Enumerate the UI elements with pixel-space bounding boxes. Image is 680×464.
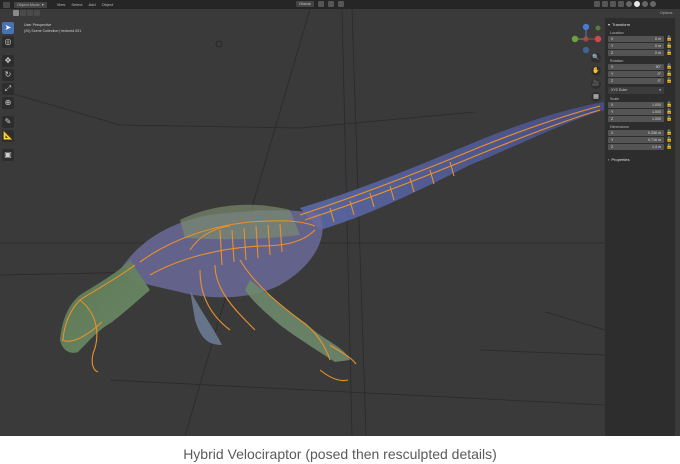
rotation-z-field[interactable]: Z 0° 🔓 xyxy=(608,78,672,84)
lock-icon[interactable]: 🔓 xyxy=(666,78,672,84)
mode-label: Object Mode xyxy=(17,1,40,7)
proportional-edit-icon[interactable] xyxy=(337,1,344,7)
tool-shelf: ➤ ◎ ✥ ↻ ⤢ ⊕ ✎ 📐 ▣ xyxy=(2,22,14,161)
cursor-tool[interactable]: ◎ xyxy=(2,36,14,48)
dimensions-x-field[interactable]: X 0.336 m 🔓 xyxy=(608,130,672,136)
lock-icon[interactable]: 🔓 xyxy=(666,36,672,42)
navigation-gizmo[interactable] xyxy=(571,23,602,54)
lock-icon[interactable]: 🔓 xyxy=(666,71,672,77)
lock-icon[interactable]: 🔓 xyxy=(666,64,672,70)
overlay-toggle-icon[interactable] xyxy=(610,1,616,7)
lock-icon[interactable]: 🔓 xyxy=(666,102,672,108)
transform-panel-header[interactable]: ▾ Transform xyxy=(608,21,672,28)
lock-icon[interactable]: 🔓 xyxy=(666,144,672,150)
dimensions-z-field[interactable]: Z 1.4 m 🔓 xyxy=(608,144,672,150)
snap-icon[interactable] xyxy=(327,1,334,7)
viewport-nav-buttons: 🔍 ✋ 🎥 ▦ xyxy=(591,53,601,102)
viewport-header: Object Mode ▾ View Select Add Object Glo… xyxy=(0,0,680,9)
transform-icon: ⊕ xyxy=(4,98,12,107)
scale-y-field[interactable]: Y 1.000 🔓 xyxy=(608,109,672,115)
viewport-info: User Perspective (20) Scene Collection |… xyxy=(24,23,81,34)
rotate-tool[interactable]: ↻ xyxy=(2,69,14,81)
select-tool[interactable]: ➤ xyxy=(2,22,14,34)
velociraptor-model[interactable] xyxy=(60,102,604,382)
select-new-icon[interactable] xyxy=(13,10,19,16)
viewport-scene[interactable] xyxy=(0,0,680,436)
location-label: Location xyxy=(610,31,624,35)
select-subtract-icon[interactable] xyxy=(27,10,33,16)
add-cube-tool[interactable]: ▣ xyxy=(2,149,14,161)
rotation-x-field[interactable]: X 90° 🔓 xyxy=(608,64,672,70)
visibility-icon[interactable] xyxy=(594,1,600,7)
location-x-field[interactable]: X0 m 🔓 xyxy=(608,36,672,42)
lock-icon[interactable]: 🔓 xyxy=(666,109,672,115)
editor-type-icon[interactable] xyxy=(3,1,10,8)
transform-orientation-dropdown[interactable]: Global xyxy=(296,1,314,7)
pan-hand-icon[interactable]: ✋ xyxy=(591,66,601,76)
annotate-icon: ✎ xyxy=(4,117,12,126)
image-caption: Hybrid Velociraptor (posed then resculpt… xyxy=(183,446,497,462)
move-tool[interactable]: ✥ xyxy=(2,55,14,67)
properties-title: Properties xyxy=(611,157,630,162)
blender-window: Object Mode ▾ View Select Add Object Glo… xyxy=(0,0,680,436)
location-z-field[interactable]: Z0 m 🔓 xyxy=(608,50,672,56)
lock-icon[interactable]: 🔓 xyxy=(666,50,672,56)
sidebar-panel: ▾ Transform Location X0 m 🔓 Y0 m 🔓 Z0 m 🔓 R… xyxy=(605,18,675,436)
select-icon: ➤ xyxy=(4,23,12,32)
dimensions-label: Dimensions xyxy=(610,125,629,129)
rotation-y-field[interactable]: Y 0° 🔓 xyxy=(608,71,672,77)
annotate-tool[interactable]: ✎ xyxy=(2,116,14,128)
zoom-icon[interactable]: 🔍 xyxy=(591,53,601,63)
xray-icon[interactable] xyxy=(618,1,624,7)
grid-toggle-icon[interactable]: ▦ xyxy=(591,92,601,102)
mode-dropdown[interactable]: Object Mode ▾ xyxy=(14,1,47,8)
measure-tool[interactable]: 📐 xyxy=(2,130,14,142)
orientation-label: Global xyxy=(299,1,311,6)
menu-view[interactable]: View xyxy=(57,2,66,7)
menu-object[interactable]: Object xyxy=(102,2,114,7)
rendered-shading-icon[interactable] xyxy=(650,1,656,7)
lock-icon[interactable]: 🔓 xyxy=(666,130,672,136)
location-y-field[interactable]: Y0 m 🔓 xyxy=(608,43,672,49)
dimensions-y-field[interactable]: Y 0.716 m 🔓 xyxy=(608,137,672,143)
scale-label: Scale xyxy=(610,97,619,101)
lock-icon[interactable]: 🔓 xyxy=(666,116,672,122)
material-shading-icon[interactable] xyxy=(642,1,648,7)
chevron-down-icon: ▾ xyxy=(608,22,611,27)
scale-z-field[interactable]: Z 1.000 🔓 xyxy=(608,116,672,122)
camera-icon[interactable]: 🎥 xyxy=(591,79,601,89)
origin-marker xyxy=(215,40,223,48)
scale-x-field[interactable]: X 1.000 🔓 xyxy=(608,102,672,108)
lock-icon[interactable]: 🔓 xyxy=(666,43,672,49)
menu-select[interactable]: Select xyxy=(71,2,82,7)
transform-title: Transform xyxy=(612,22,631,27)
rotation-mode-dropdown[interactable]: XYZ Euler ▾ xyxy=(608,87,664,94)
rotate-icon: ↻ xyxy=(4,70,12,79)
select-extend-icon[interactable] xyxy=(20,10,26,16)
wireframe-shading-icon[interactable] xyxy=(626,1,632,7)
select-invert-icon[interactable] xyxy=(34,10,40,16)
selection-mode-buttons xyxy=(13,10,40,16)
gizmo-toggle-icon[interactable] xyxy=(602,1,608,7)
solid-shading-icon[interactable] xyxy=(634,1,640,7)
menu-add[interactable]: Add xyxy=(88,2,95,7)
cursor-icon: ◎ xyxy=(4,37,12,46)
properties-panel-header[interactable]: › Properties xyxy=(608,156,672,163)
chevron-right-icon: › xyxy=(608,157,610,162)
chevron-down-icon: ▾ xyxy=(659,88,661,92)
chevron-down-icon: ▾ xyxy=(41,1,44,7)
move-icon: ✥ xyxy=(4,56,12,65)
scale-icon: ⤢ xyxy=(4,84,12,93)
lock-icon[interactable]: 🔓 xyxy=(666,137,672,143)
collection-label: (20) Scene Collection | textured.001 xyxy=(24,28,82,33)
rotation-label: Rotation xyxy=(610,59,624,63)
scale-tool[interactable]: ⤢ xyxy=(2,83,14,95)
measure-icon: 📐 xyxy=(3,131,13,140)
add-cube-icon: ▣ xyxy=(4,150,12,159)
pivot-icon[interactable] xyxy=(317,1,324,7)
transform-tool[interactable]: ⊕ xyxy=(2,97,14,109)
tab-options[interactable]: Options xyxy=(660,11,672,15)
